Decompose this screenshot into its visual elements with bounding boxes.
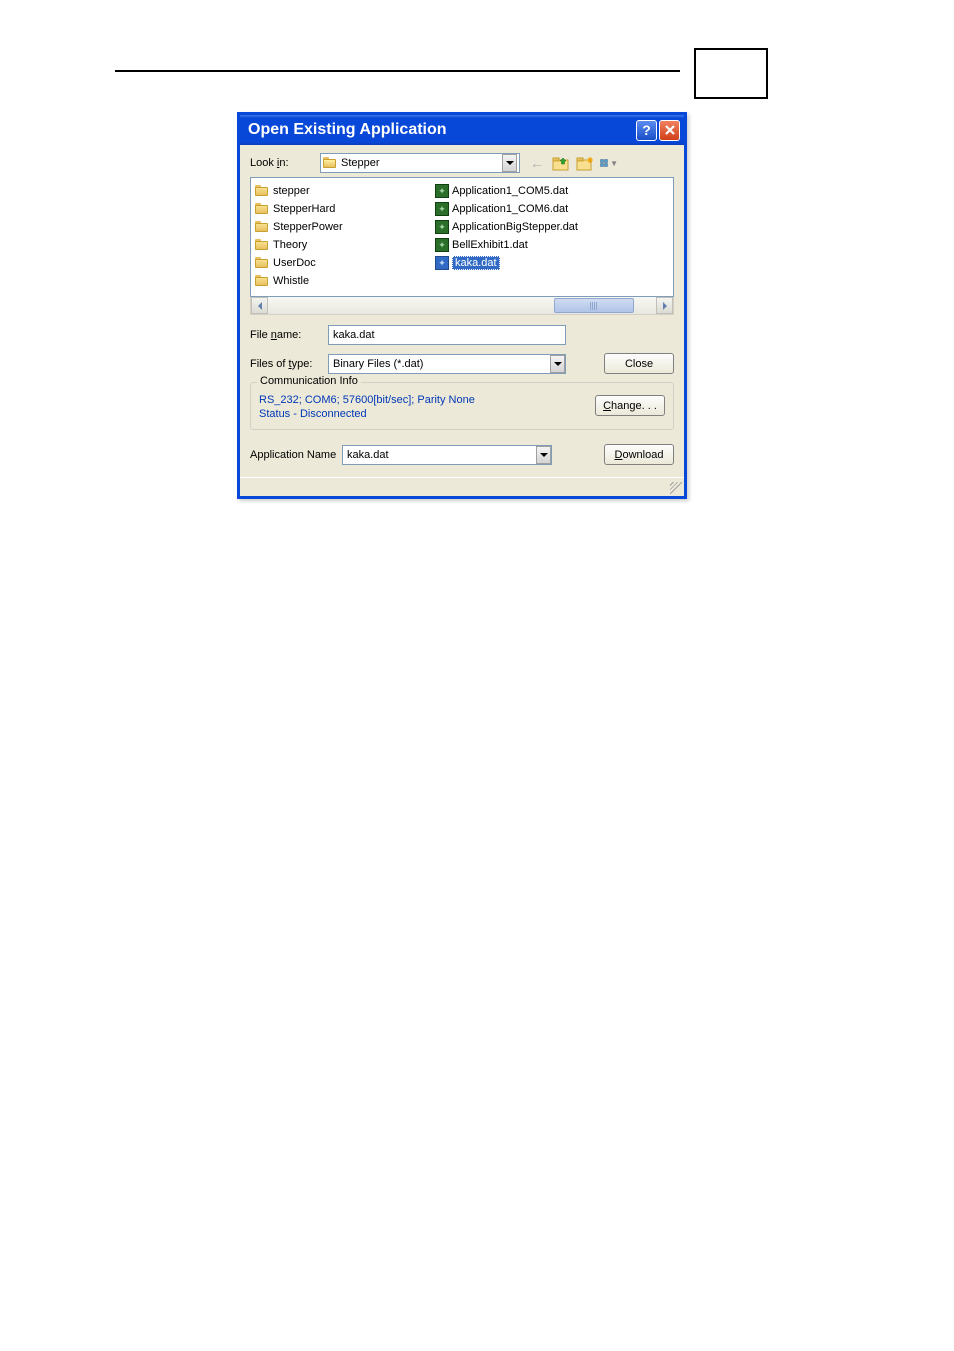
views-icon [600,156,609,170]
change-button[interactable]: Change. . . [595,395,665,416]
page: Open Existing Application ? Look in: Ste… [0,0,954,1351]
close-icon [664,124,676,136]
chevron-down-icon[interactable] [502,154,517,172]
filename-input[interactable]: kaka.dat [328,325,566,345]
chevron-down-icon[interactable] [536,446,551,464]
list-item-selected[interactable]: ✦kaka.dat [433,254,613,272]
list-item[interactable]: Whistle [253,272,433,290]
appname-select[interactable]: kaka.dat [342,445,552,465]
chevron-down-icon[interactable] [550,355,565,373]
list-item[interactable]: ✦ApplicationBigStepper.dat [433,218,613,236]
list-item[interactable]: stepper [253,182,433,200]
scroll-left-button[interactable] [251,297,268,314]
folder-icon [255,275,269,287]
list-item[interactable]: ✦Application1_COM6.dat [433,200,613,218]
application-name-row: Application Name kaka.dat Download [250,444,674,465]
appname-value: kaka.dat [347,449,536,461]
folder-icon [255,185,269,197]
dat-file-icon: ✦ [435,256,449,270]
comm-info-text: RS_232; COM6; 57600[bit/sec]; Parity Non… [259,393,475,421]
filetype-row: Files of type: Binary Files (*.dat) Clos… [250,353,674,374]
look-in-label: Look in: [250,157,320,169]
list-item[interactable]: Theory [253,236,433,254]
folder-column: stepper StepperHard StepperPower Theory … [253,182,433,292]
folder-up-icon [552,155,570,171]
folder-open-icon [323,157,337,169]
filename-label: File name: [250,329,328,341]
folder-icon [255,203,269,215]
new-folder-button[interactable] [576,154,594,172]
communication-info-group: Communication Info RS_232; COM6; 57600[b… [250,382,674,430]
look-in-value: Stepper [341,157,502,169]
dat-file-icon: ✦ [435,202,449,216]
dat-file-icon: ✦ [435,184,449,198]
header-box [694,48,768,99]
look-in-row: Look in: Stepper ← [250,153,674,173]
filename-row: File name: kaka.dat [250,325,674,345]
file-toolbar: ← [528,154,618,172]
scroll-right-button[interactable] [656,297,673,314]
form-rows: File name: kaka.dat Files of type: Binar… [250,325,674,374]
dialog-title: Open Existing Application [248,121,634,139]
folder-icon [255,239,269,251]
comm-line2: Status - Disconnected [259,407,475,421]
list-item[interactable]: StepperHard [253,200,433,218]
filetype-select[interactable]: Binary Files (*.dat) [328,354,566,374]
filetype-label: Files of type: [250,358,328,370]
comm-line1: RS_232; COM6; 57600[bit/sec]; Parity Non… [259,393,475,407]
dat-file-icon: ✦ [435,220,449,234]
close-window-button[interactable] [659,120,680,141]
list-item[interactable]: ✦BellExhibit1.dat [433,236,613,254]
scroll-track[interactable] [268,297,656,314]
scroll-thumb[interactable] [554,298,634,313]
view-menu-button[interactable]: ▼ [600,154,618,172]
scrollbar-horizontal[interactable] [250,297,674,315]
statusbar [240,477,684,496]
open-application-dialog: Open Existing Application ? Look in: Ste… [237,112,687,499]
titlebar[interactable]: Open Existing Application ? [240,115,684,145]
filetype-value: Binary Files (*.dat) [333,358,550,370]
folder-new-icon [576,155,594,171]
filename-value: kaka.dat [333,329,375,341]
up-one-level-button[interactable] [552,154,570,172]
list-item[interactable]: StepperPower [253,218,433,236]
help-button[interactable]: ? [636,120,657,141]
comm-legend: Communication Info [257,375,361,387]
dialog-body: Look in: Stepper ← [240,145,684,477]
close-button[interactable]: Close [604,353,674,374]
look-in-select[interactable]: Stepper [320,153,520,173]
list-item[interactable]: UserDoc [253,254,433,272]
download-button[interactable]: Download [604,444,674,465]
file-column: ✦Application1_COM5.dat ✦Application1_COM… [433,182,613,292]
dat-file-icon: ✦ [435,238,449,252]
list-item[interactable]: ✦Application1_COM5.dat [433,182,613,200]
appname-label: Application Name [250,449,342,461]
header-rule [115,70,680,72]
folder-icon [255,221,269,233]
folder-icon [255,257,269,269]
file-list-pane[interactable]: stepper StepperHard StepperPower Theory … [250,177,674,297]
back-button[interactable]: ← [528,154,546,172]
